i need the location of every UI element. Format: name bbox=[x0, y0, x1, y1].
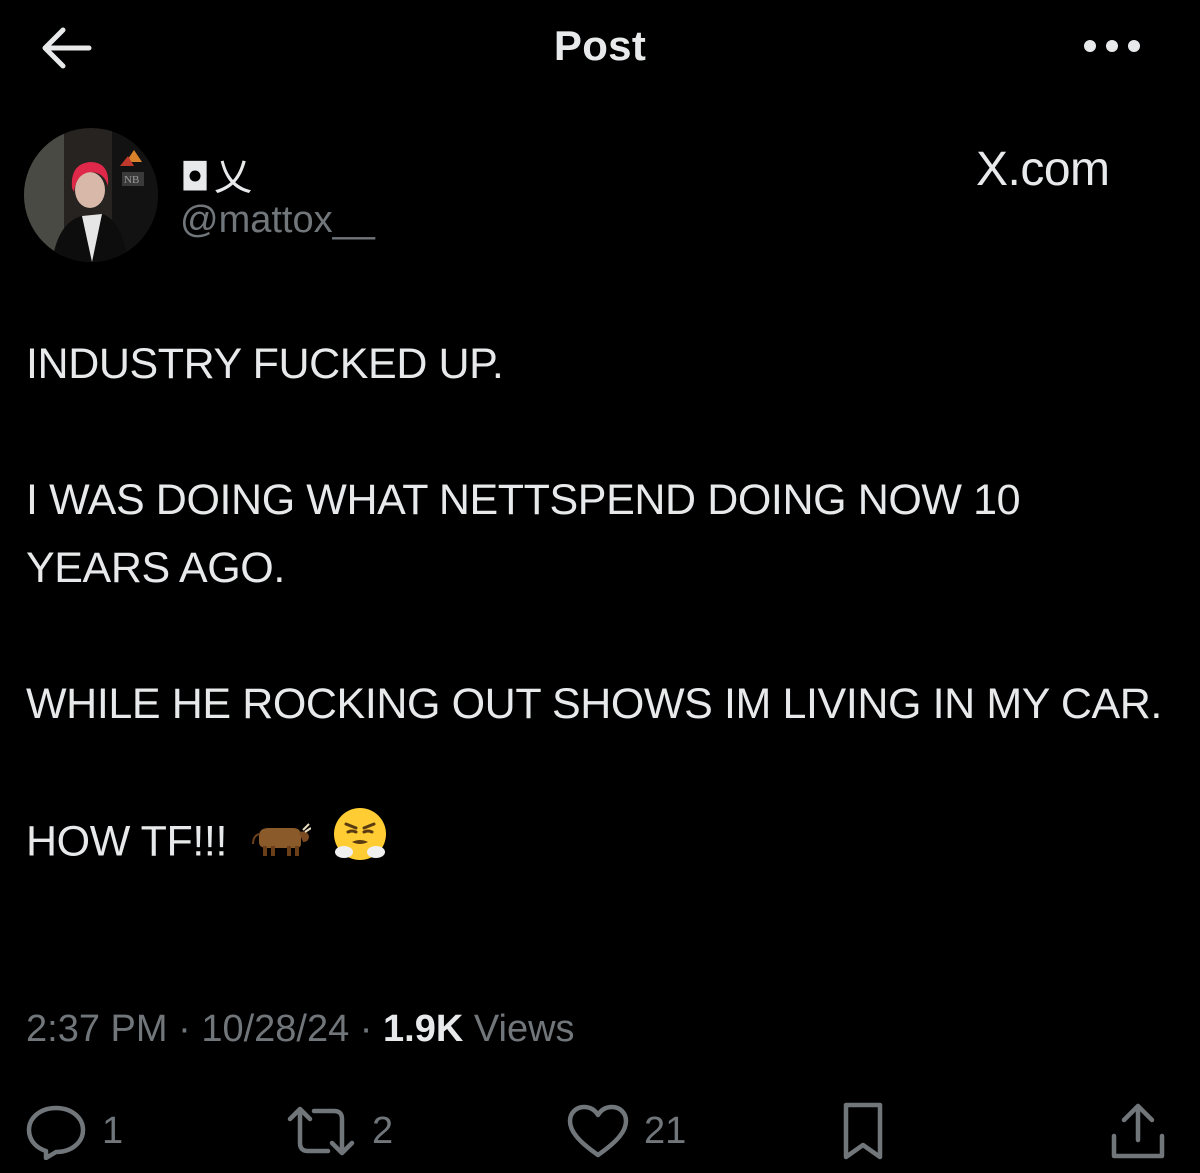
reply-count: 1 bbox=[102, 1109, 124, 1152]
more-options-button[interactable] bbox=[1078, 26, 1146, 66]
svg-text:NB: NB bbox=[124, 174, 139, 186]
reply-button[interactable]: 1 bbox=[24, 1096, 123, 1166]
ox-emoji bbox=[249, 810, 312, 878]
tweet-last-line: HOW TF!!! bbox=[26, 817, 228, 866]
bookmark-button[interactable] bbox=[838, 1096, 888, 1166]
tweet-meta: 2:37 PM · 10/28/24 · 1.9K Views bbox=[26, 1008, 575, 1051]
meta-separator: · bbox=[178, 1008, 191, 1050]
views-count[interactable]: 1.9K bbox=[383, 1008, 463, 1050]
heart-icon bbox=[567, 1104, 629, 1158]
face-with-steam-emoji bbox=[332, 806, 388, 882]
tweet-time: 2:37 PM bbox=[26, 1008, 168, 1050]
tweet-paragraph: INDUSTRY FUCKED UP. bbox=[26, 340, 504, 388]
page-title: Post bbox=[553, 22, 647, 69]
tweet-paragraph: WHILE HE ROCKING OUT SHOWS IM LIVING IN … bbox=[26, 680, 1162, 728]
avatar[interactable]: NB bbox=[24, 128, 158, 262]
share-button[interactable] bbox=[1106, 1096, 1170, 1166]
tweet-paragraph-last: HOW TF!!! bbox=[26, 806, 1174, 882]
repost-button[interactable]: 2 bbox=[284, 1096, 393, 1166]
reply-icon bbox=[26, 1105, 86, 1160]
avatar-photo: NB bbox=[24, 128, 158, 262]
post-page: Post NB ◘乂 @mattox__ X.com INDUSTRY FUCK… bbox=[0, 0, 1200, 1173]
repost-count: 2 bbox=[372, 1109, 394, 1152]
share-icon bbox=[1111, 1103, 1165, 1159]
action-bar: 1 2 21 bbox=[0, 1096, 1200, 1166]
tweet-text: INDUSTRY FUCKED UP. I WAS DOING WHAT NET… bbox=[26, 330, 1174, 882]
views-label: Views bbox=[473, 1008, 575, 1050]
more-horizontal-icon bbox=[1084, 40, 1140, 52]
like-count: 21 bbox=[644, 1109, 687, 1152]
repost-icon bbox=[287, 1106, 355, 1156]
tweet-date: 10/28/24 bbox=[201, 1008, 350, 1050]
like-button[interactable]: 21 bbox=[566, 1096, 686, 1166]
x-watermark: X.com bbox=[976, 143, 1110, 196]
meta-separator: · bbox=[359, 1008, 373, 1050]
author-display-name[interactable]: ◘乂 bbox=[180, 146, 256, 201]
bookmark-icon bbox=[843, 1102, 883, 1160]
author-handle[interactable]: @mattox__ bbox=[180, 199, 375, 242]
tweet-paragraph: I WAS DOING WHAT NETTSPEND DOING NOW 10 … bbox=[26, 476, 1021, 592]
